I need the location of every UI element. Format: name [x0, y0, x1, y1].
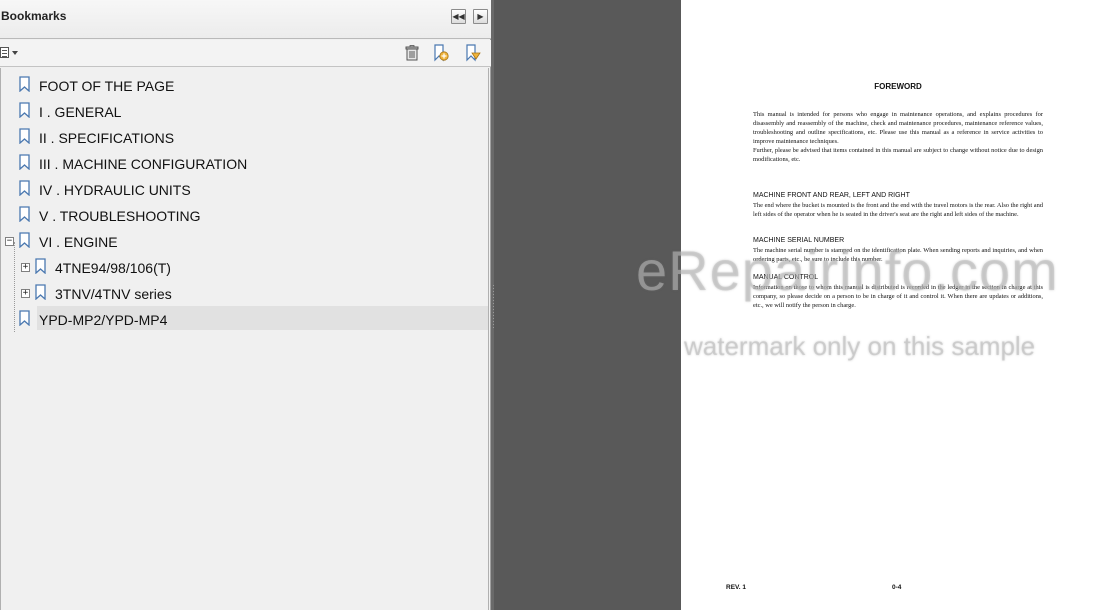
options-menu-icon: [0, 47, 9, 58]
bookmarks-toolbar: [0, 40, 491, 67]
bookmark-icon: [19, 310, 30, 326]
bookmark-item[interactable]: II . SPECIFICATIONS: [1, 124, 490, 148]
intro-paragraph: This manual is intended for persons who …: [753, 111, 1043, 145]
bookmark-item[interactable]: FOOT OF THE PAGE: [1, 72, 490, 96]
bookmark-label: IV . HYDRAULIC UNITS: [39, 182, 191, 198]
page-number: 0-4: [892, 584, 902, 591]
bookmark-structure-icon: [466, 44, 481, 62]
delete-bookmark-button[interactable]: [403, 44, 421, 62]
bookmark-icon: [19, 180, 30, 196]
new-bookmark-button[interactable]: [431, 44, 449, 62]
bookmark-item[interactable]: + 4TNE94/98/106(T): [1, 254, 490, 278]
document-page: FOREWORD This manual is intended for per…: [681, 0, 1115, 610]
bookmark-item[interactable]: − VI . ENGINE: [1, 228, 490, 252]
dropdown-arrow-icon: [12, 51, 18, 55]
bookmark-item[interactable]: I . GENERAL: [1, 98, 490, 122]
bookmark-label: 4TNE94/98/106(T): [55, 260, 171, 276]
expand-toggle[interactable]: +: [21, 263, 30, 272]
page-title: FOREWORD: [874, 82, 922, 91]
watermark-domain: eRepairinfo.com: [636, 239, 1059, 302]
bookmark-icon: [35, 284, 46, 300]
new-bookmark-from-structure-button[interactable]: [463, 44, 481, 62]
bookmarks-panel: Bookmarks ◀◀ ▶ FOOT OF THE PAGE I . GENE…: [0, 0, 491, 610]
bookmark-icon: [19, 232, 30, 248]
chevron-right-icon: ▶: [477, 12, 484, 21]
bookmark-item[interactable]: III . MACHINE CONFIGURATION: [1, 150, 490, 174]
bookmark-icon: [19, 128, 30, 144]
bookmark-label: V . TROUBLESHOOTING: [39, 208, 201, 224]
bookmark-tree: FOOT OF THE PAGE I . GENERAL II . SPECIF…: [0, 68, 489, 610]
bookmark-item[interactable]: V . TROUBLESHOOTING: [1, 202, 490, 226]
bookmark-icon: [19, 206, 30, 222]
next-panel-button[interactable]: ▶: [473, 9, 488, 24]
bookmark-item-selected[interactable]: YPD-MP2/YPD-MP4: [19, 306, 488, 330]
bookmark-label: II . SPECIFICATIONS: [39, 130, 175, 146]
bookmark-label: I . GENERAL: [39, 104, 122, 120]
options-menu-button[interactable]: [0, 45, 20, 61]
bookmark-label: III . MACHINE CONFIGURATION: [39, 156, 248, 172]
bookmark-icon: [19, 154, 30, 170]
bookmark-item[interactable]: + 3TNV/4TNV series: [1, 280, 490, 304]
bookmark-item[interactable]: IV . HYDRAULIC UNITS: [1, 176, 490, 200]
bookmark-label: VI . ENGINE: [39, 234, 118, 250]
intro-paragraph-2: Further, please be advised that items co…: [753, 147, 1043, 163]
collapse-panel-button[interactable]: ◀◀: [451, 9, 466, 24]
panel-title: Bookmarks: [1, 9, 67, 23]
new-bookmark-icon: [434, 44, 449, 62]
watermark-notice: watermark only on this sample: [684, 331, 1036, 361]
section-body: The end where the bucket is mounted is t…: [753, 202, 1043, 218]
bookmark-icon: [35, 258, 46, 274]
section-heading: MACHINE FRONT AND REAR, LEFT AND RIGHT: [753, 192, 910, 199]
double-chevron-left-icon: ◀◀: [452, 12, 465, 21]
panel-header: Bookmarks ◀◀ ▶: [0, 0, 491, 39]
bookmark-label: FOOT OF THE PAGE: [39, 78, 175, 94]
expand-toggle[interactable]: +: [21, 289, 30, 298]
revision-label: REV. 1: [726, 584, 746, 591]
bookmark-label: YPD-MP2/YPD-MP4: [39, 312, 168, 328]
bookmark-label: 3TNV/4TNV series: [55, 286, 172, 302]
bookmark-icon: [19, 102, 30, 118]
bookmark-icon: [19, 76, 30, 92]
trash-icon: [405, 45, 419, 61]
collapse-toggle[interactable]: −: [5, 237, 14, 246]
